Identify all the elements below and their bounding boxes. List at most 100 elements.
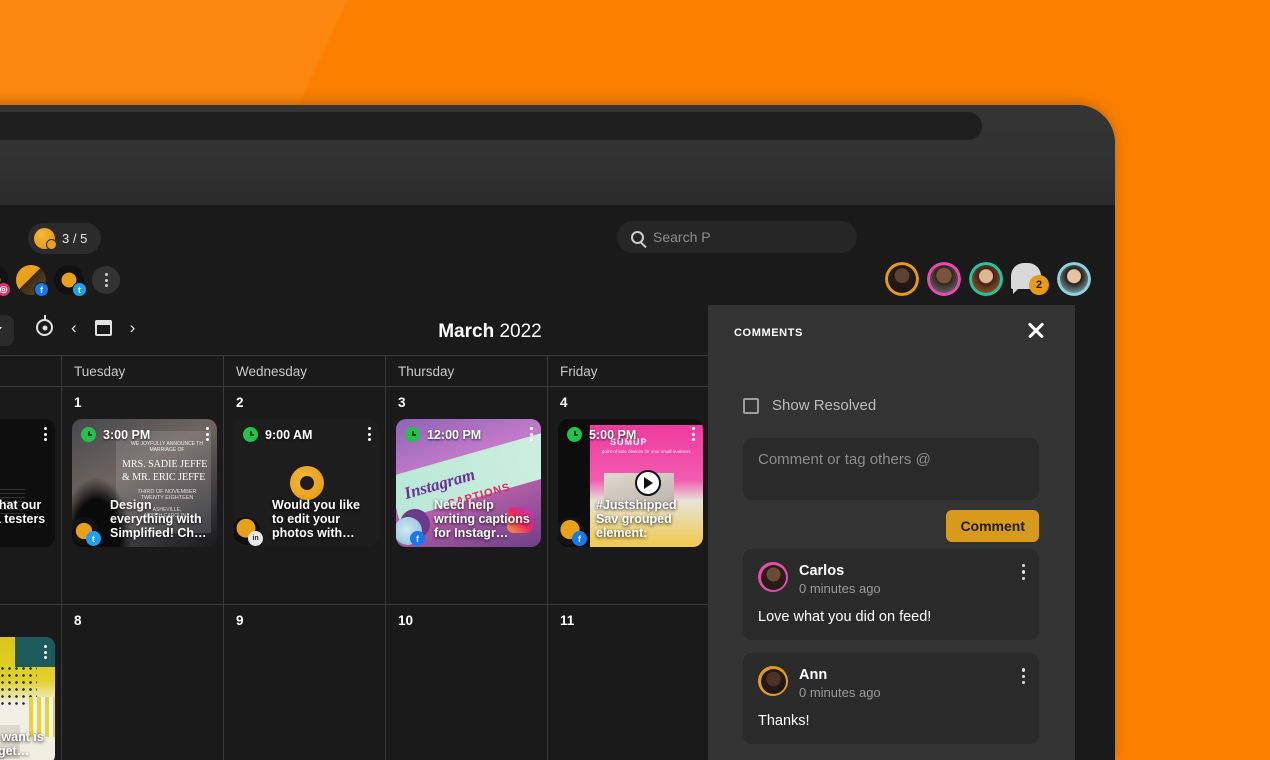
calendar-day-cell[interactable]: 2 9:00 AM in: [224, 387, 386, 605]
month-label: March: [438, 321, 494, 342]
clock-icon: [81, 427, 96, 442]
post-menu-button[interactable]: [44, 645, 47, 659]
calendar-grid: ay Tuesday Wednesday Thursday Friday “” …: [0, 355, 710, 760]
accounts-more-button[interactable]: [92, 266, 120, 294]
close-icon[interactable]: [1025, 319, 1047, 341]
calendar-day-cell[interactable]: 10: [386, 605, 548, 760]
calendar-day-cell[interactable]: “” DAVID ROBERTSON 12:00 AM: [0, 387, 62, 605]
post-time: 5:00 PM: [567, 427, 636, 442]
post-card[interactable]: WE JOYFULLY ANNOUNCE THMARRIAGE OF MRS. …: [72, 419, 217, 547]
account-chip-2[interactable]: ◎: [0, 265, 8, 295]
day-number: 11: [560, 613, 709, 628]
chat-badge-count: 2: [1029, 275, 1049, 295]
post-menu-button[interactable]: [530, 427, 533, 441]
calendar-week-row: “” DAVID ROBERTSON 12:00 AM: [0, 387, 710, 605]
clock-icon: [405, 427, 420, 442]
chat-icon[interactable]: 2: [1011, 263, 1049, 295]
app-window: ndar 3 / 5 Search P f: [0, 105, 1115, 760]
post-card[interactable]: SUMUP point-of-sale devices for your sma…: [558, 419, 703, 547]
linkedin-icon: in: [248, 531, 263, 546]
post-network-avatar: in: [234, 517, 260, 545]
page-backdrop: ndar 3 / 5 Search P f: [0, 0, 1270, 760]
post-card[interactable]: “” DAVID ROBERTSON 12:00 AM: [0, 419, 55, 547]
calendar-day-cell[interactable]: 9: [224, 605, 386, 760]
quota-label: 3 / 5: [62, 231, 87, 246]
calendar-day-cell[interactable]: 8: [62, 605, 224, 760]
post-card[interactable]: 9:00 AM in Would you like to edit your p…: [234, 419, 379, 547]
day-number: 4: [560, 395, 709, 410]
year-label: 2022: [499, 321, 541, 342]
account-chip-4[interactable]: t: [54, 265, 84, 295]
search-icon: [631, 231, 644, 244]
avatar-image: [972, 265, 1000, 293]
comment-body: Thanks!: [758, 713, 1024, 729]
day-number: 9: [236, 613, 385, 628]
quota-icon: [34, 228, 55, 249]
play-icon[interactable]: [635, 470, 661, 496]
presence-avatar-1[interactable]: [885, 262, 919, 296]
avatar-image: [888, 265, 916, 293]
calendar-day-cell[interactable]: 1 WE JOYFULLY ANNOUNCE THMARRIAGE OF MRS…: [62, 387, 224, 605]
calendar-day-cell[interactable]: INSPIRED CREATE fect color palette r you…: [0, 605, 62, 760]
twitter-icon: t: [86, 531, 101, 546]
presence-avatar-2[interactable]: [927, 262, 961, 296]
calendar-day-cell[interactable]: 11: [548, 605, 710, 760]
post-menu-button[interactable]: [692, 427, 695, 441]
avatar-image: [1060, 265, 1088, 293]
comment-header: Ann 0 minutes ago: [758, 666, 1024, 700]
post-menu-button[interactable]: [368, 427, 371, 441]
comment-author: Ann: [799, 666, 881, 684]
browser-url-bar[interactable]: [0, 112, 982, 140]
post-card[interactable]: Instagram CAPTIONS 12:00 PM: [396, 419, 541, 547]
post-time-label: 5:00 PM: [589, 428, 636, 442]
calendar-day-cell[interactable]: 3 Instagram CAPTIONS 12:00: [386, 387, 548, 605]
search-input[interactable]: Search P: [617, 221, 857, 253]
comment-item[interactable]: Ann 0 minutes ago Thanks!: [743, 653, 1039, 744]
day-header: ay: [0, 356, 62, 386]
comment-item[interactable]: Carlos 0 minutes ago Love what you did o…: [743, 549, 1039, 640]
instagram-icon: ◎: [0, 282, 11, 297]
account-chip-3[interactable]: f: [16, 265, 46, 295]
post-network-avatar: t: [72, 517, 98, 545]
post-time: 12:00 PM: [405, 427, 481, 442]
clock-icon: [243, 427, 258, 442]
day-number: 8: [74, 613, 223, 628]
avatar-image: [761, 565, 786, 590]
comment-submit-button[interactable]: Comment: [946, 510, 1039, 542]
day-header-row: ay Tuesday Wednesday Thursday Friday: [0, 355, 710, 387]
comment-menu-button[interactable]: [1022, 564, 1025, 580]
presence-avatar-4[interactable]: [1057, 262, 1091, 296]
facebook-icon: f: [572, 531, 587, 546]
post-time: 3:00 PM: [81, 427, 150, 442]
post-caption: Here's what our first beta testers have …: [0, 494, 55, 547]
comments-title: COMMENTS: [734, 327, 803, 339]
presence-avatar-3[interactable]: [969, 262, 1003, 296]
post-time-label: 9:00 AM: [265, 428, 312, 442]
avatar-image: [761, 669, 786, 694]
comment-input[interactable]: Comment or tag others @: [743, 438, 1039, 500]
browser-chrome: [0, 105, 1115, 205]
post-card[interactable]: INSPIRED CREATE fect color palette r you…: [0, 637, 55, 760]
calendar-day-cell[interactable]: 4 SUMUP point-of-sale devices for your s…: [548, 387, 710, 605]
comment-timestamp: 0 minutes ago: [799, 685, 881, 700]
avatar: [758, 562, 788, 592]
post-time-label: 3:00 PM: [103, 428, 150, 442]
facebook-icon: f: [34, 282, 49, 297]
show-resolved-toggle[interactable]: Show Resolved: [743, 397, 876, 414]
post-menu-button[interactable]: [206, 427, 209, 441]
comment-timestamp: 0 minutes ago: [799, 581, 881, 596]
day-header: Thursday: [386, 356, 548, 386]
comments-list: Carlos 0 minutes ago Love what you did o…: [743, 549, 1039, 757]
backdrop-sheen: [0, 0, 700, 110]
comment-menu-button[interactable]: [1022, 668, 1025, 684]
post-menu-button[interactable]: [44, 427, 47, 441]
day-number: 10: [398, 613, 547, 628]
plan-quota-badge[interactable]: 3 / 5: [28, 223, 101, 254]
day-header: Tuesday: [62, 356, 224, 386]
avatar-image: [930, 265, 958, 293]
day-number: 2: [236, 395, 385, 410]
checkbox-icon[interactable]: [743, 398, 759, 414]
show-resolved-label: Show Resolved: [772, 397, 876, 414]
day-number: 3: [398, 395, 547, 410]
comment-body: Love what you did on feed!: [758, 609, 1024, 625]
